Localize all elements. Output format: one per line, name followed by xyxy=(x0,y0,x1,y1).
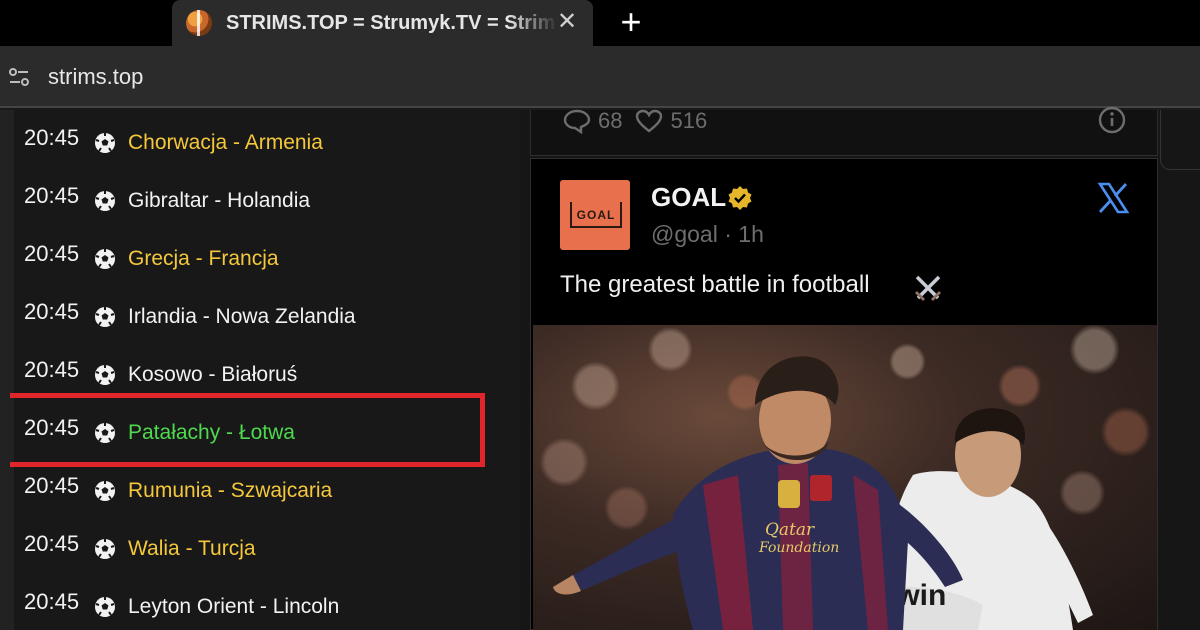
like-count: 516 xyxy=(670,108,708,133)
match-title-link[interactable]: Gibraltar - Holandia xyxy=(128,189,310,213)
match-time: 20:45 xyxy=(24,531,80,556)
match-row[interactable]: 20:45 Irlandia - Nowa Zelandia xyxy=(24,288,356,346)
tweet-photo[interactable]: bwin Qatar Foundation xyxy=(533,325,1157,630)
svg-text:Qatar: Qatar xyxy=(765,520,815,540)
match-row[interactable]: 20:45 Gibraltar - Holandia xyxy=(24,172,310,230)
soccer-ball-icon xyxy=(95,481,115,501)
avatar-logo-text: GOAL xyxy=(576,208,616,222)
verified-badge-icon xyxy=(728,186,752,210)
url-text[interactable]: strims.top xyxy=(48,64,143,90)
match-title-link[interactable]: Grecja - Francja xyxy=(128,247,279,271)
soccer-ball-icon xyxy=(95,597,115,617)
soccer-ball-icon xyxy=(95,539,115,559)
match-time: 20:45 xyxy=(24,589,80,614)
display-name[interactable]: GOAL xyxy=(651,182,726,213)
soccer-ball-icon xyxy=(95,249,115,269)
match-title-link[interactable]: Irlandia - Nowa Zelandia xyxy=(128,305,356,329)
soccer-ball-icon xyxy=(95,191,115,211)
side-panel-edge xyxy=(1160,110,1200,170)
highlight-annotation-box xyxy=(10,393,485,467)
match-schedule: 20:45 Chorwacja - Armenia 20:45 Gibraltar -… xyxy=(0,110,520,630)
crossed-swords-icon xyxy=(914,275,942,302)
tab-title: STRIMS.TOP = Strumyk.TV = Strimy xyxy=(226,11,558,34)
close-icon[interactable]: ✕ xyxy=(553,8,581,36)
reply-count: 68 xyxy=(598,108,623,133)
comment-icon[interactable] xyxy=(562,108,592,134)
match-time: 20:45 xyxy=(24,183,80,208)
match-title-link[interactable]: Chorwacja - Armenia xyxy=(128,131,323,155)
match-title-link[interactable]: Rumunia - Szwajcaria xyxy=(128,479,332,503)
tune-icon[interactable] xyxy=(8,66,30,88)
players-illustration: bwin Qatar Foundation xyxy=(553,356,1093,630)
match-time: 20:45 xyxy=(24,299,80,324)
browser-tab-active[interactable]: STRIMS.TOP = Strumyk.TV = Strimy ✕ xyxy=(172,0,593,46)
heart-icon[interactable] xyxy=(634,108,664,134)
basketball-icon xyxy=(186,10,212,36)
match-row[interactable]: 20:45 Walia - Turcja xyxy=(24,520,256,578)
tab-bar: STRIMS.TOP = Strumyk.TV = Strimy ✕ + xyxy=(0,0,1200,46)
match-row[interactable]: 20:45 Grecja - Francja xyxy=(24,230,279,288)
soccer-ball-icon xyxy=(95,133,115,153)
tweet-stats: 68 516 xyxy=(562,108,719,134)
match-title-link[interactable]: Kosowo - Białoruś xyxy=(128,363,297,387)
soccer-ball-icon xyxy=(95,307,115,327)
handle-and-time[interactable]: @goal · 1h xyxy=(651,221,764,248)
match-title-link[interactable]: Walia - Turcja xyxy=(128,537,256,561)
tweet-text: The greatest battle in football xyxy=(560,271,870,298)
avatar[interactable]: GOAL xyxy=(560,180,630,250)
match-time: 20:45 xyxy=(24,473,80,498)
match-row[interactable]: 20:45 Leyton Orient - Lincoln xyxy=(24,578,339,630)
address-bar[interactable]: strims.top xyxy=(0,46,1200,108)
info-icon[interactable] xyxy=(1098,106,1126,134)
match-title-link[interactable]: Leyton Orient - Lincoln xyxy=(128,595,339,619)
match-row[interactable]: 20:45 Rumunia - Szwajcaria xyxy=(24,462,332,520)
match-time: 20:45 xyxy=(24,357,80,382)
x-logo-icon[interactable] xyxy=(1096,181,1130,215)
match-time: 20:45 xyxy=(24,125,80,150)
new-tab-button[interactable]: + xyxy=(614,2,648,42)
soccer-ball-icon xyxy=(95,365,115,385)
match-time: 20:45 xyxy=(24,241,80,266)
match-row[interactable]: 20:45 Chorwacja - Armenia xyxy=(24,114,323,172)
svg-text:Foundation: Foundation xyxy=(758,540,839,556)
